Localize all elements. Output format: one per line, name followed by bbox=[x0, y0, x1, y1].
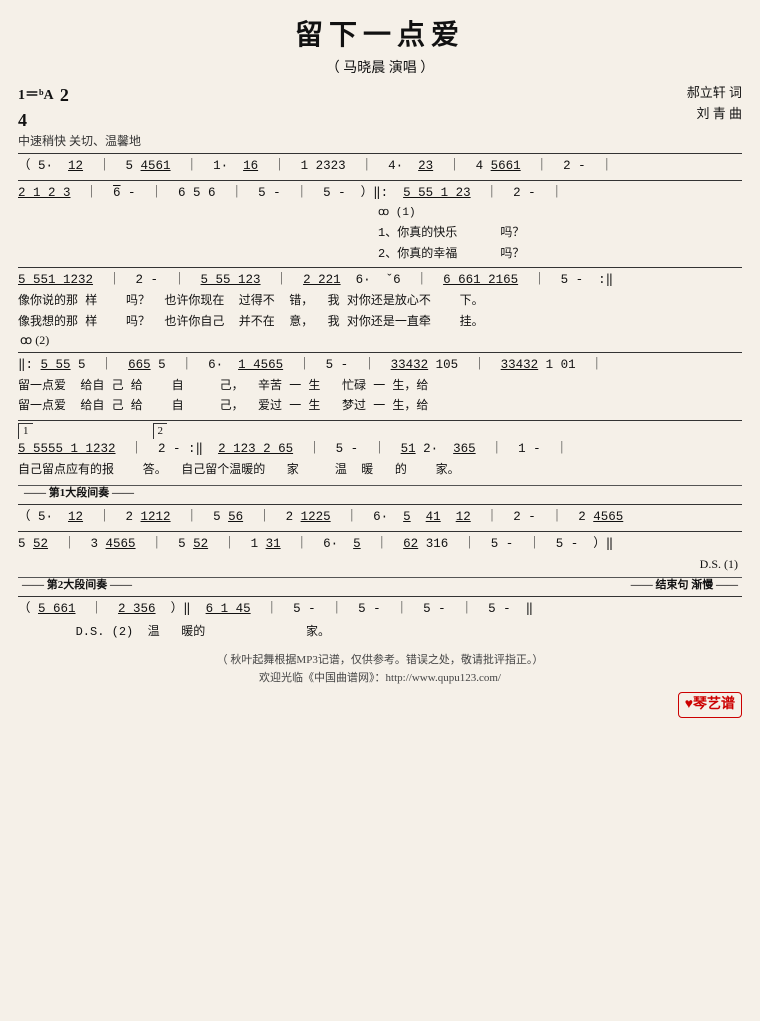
lyric-line-2a: ꝏ (1) bbox=[18, 204, 742, 223]
lyric-line-4a: 留一点爱 给自 己 给 自 己， 辛苦 一 生 忙碌 一 生，给 bbox=[18, 376, 742, 396]
section-label-interlude2: —— 第2大段间奏 —— bbox=[18, 578, 136, 593]
section-label-ending: —— 结束句 渐慢 —— bbox=[627, 578, 742, 593]
notation-line-5: 5 5555 1 1232 ｜ 2 - :‖ 2 123 2 65 ｜ 5 - … bbox=[18, 439, 742, 460]
section-label-interlude1: —— 第1大段间奏 —— bbox=[18, 486, 140, 501]
notation-line-1: （ 5· 12 ｜ 5 4561 ｜ 1· 16 ｜ 1 2323 ｜ 4· 2… bbox=[18, 156, 742, 177]
tempo-marking: 中速稍快 关切、温馨地 bbox=[18, 133, 141, 150]
notation-line-8: （ 5 661 ｜ 2 356 ）‖ 6 1 45 ｜ 5 - ｜ 5 - ｜ … bbox=[18, 599, 742, 620]
music-notation: （ 5· 12 ｜ 5 4561 ｜ 1· 16 ｜ 1 2323 ｜ 4· 2… bbox=[18, 153, 742, 645]
lyric-line-3b: 像我想的那 样 吗？ 也许你自己 并不在 意， 我 对你还是一直牵 挂。 bbox=[18, 312, 742, 332]
site-logo: ♥琴艺谱 bbox=[678, 692, 742, 718]
notation-line-7: 5 52 ｜ 3 4565 ｜ 5 52 ｜ 1 31 ｜ 6· 5 ｜ 62 … bbox=[18, 534, 742, 555]
composer-info: 郝立轩 词 刘 青 曲 bbox=[687, 83, 742, 125]
lyric-line-5a: 自己留点应有的报 答。 自己留个温暖的 家 温 暖 的 家。 bbox=[18, 460, 742, 480]
song-subtitle: （ 马晓晨 演唱 ） bbox=[18, 59, 742, 79]
lyric-line-4b: 留一点爱 给自 己 给 自 己， 爱过 一 生 梦过 一 生，给 bbox=[18, 396, 742, 416]
repeat-marker-2: ꝏ (2) bbox=[18, 332, 742, 349]
notation-line-6: （ 5· 12 ｜ 2 1212 ｜ 5 56 ｜ 2 1225 ｜ 6· 5 … bbox=[18, 507, 742, 528]
volta-markers: 1 2 bbox=[18, 423, 742, 439]
notation-line-4: ‖: 5 55 5 ｜ 665 5 ｜ 6· 1 4565 ｜ 5 - ｜ 33… bbox=[18, 355, 742, 376]
ds-marker-1: D.S. (1) bbox=[18, 556, 742, 573]
song-title: 留下一点爱 bbox=[18, 16, 742, 55]
key-signature: 1＝ᵇA 24 bbox=[18, 83, 141, 133]
notation-line-2: 2 1 2 3 ｜ 6 - ｜ 6 5 6 ｜ 5 - ｜ 5 - ）‖: 5 … bbox=[18, 183, 742, 204]
lyric-line-3a: 像你说的那 样 吗？ 也许你现在 过得不 错， 我 对你还是放心不 下。 bbox=[18, 291, 742, 311]
lyric-numbered-2: 2、你真的幸福 吗？ bbox=[18, 244, 742, 264]
ds-lyric-line: D.S. (2) 温 暖的 家。 bbox=[18, 620, 742, 644]
notation-line-3: 5 551 1232 ｜ 2 - ｜ 5 55 123 ｜ 2 221 6· ˇ… bbox=[18, 270, 742, 291]
footer-note: （ 秋叶起舞根据MP3记谱，仅供参考。错误之处，敬请批评指正。） 欢迎光临《中国… bbox=[18, 651, 742, 688]
lyric-numbered-1: 1、你真的快乐 吗？ bbox=[18, 223, 742, 243]
